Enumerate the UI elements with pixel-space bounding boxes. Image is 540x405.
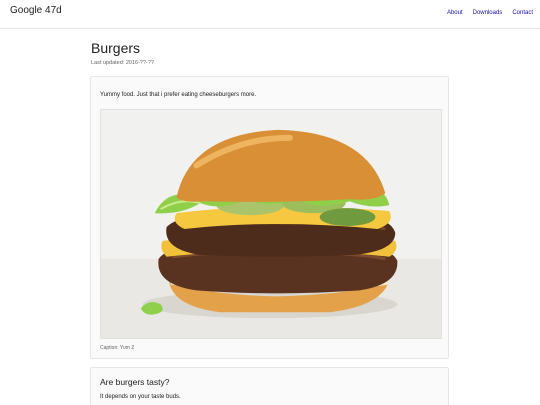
nav-contact-link[interactable]: Contact bbox=[512, 10, 533, 16]
faq-heading: Are burgers tasty? bbox=[100, 377, 170, 387]
faq-card: Are burgers tasty? It depends on your ta… bbox=[90, 367, 449, 405]
photo-caption: Caption: Yum 2 bbox=[100, 345, 135, 351]
burger-card: Yummy food. Just that i prefer eating ch… bbox=[90, 76, 449, 359]
card-intro-text: Yummy food. Just that i prefer eating ch… bbox=[100, 92, 257, 98]
last-updated: Last updated: 2016-??-?? bbox=[91, 60, 154, 66]
top-bar: Google 47d About Downloads Contact bbox=[0, 0, 540, 29]
site-brand[interactable]: Google 47d bbox=[10, 5, 62, 16]
top-nav: About Downloads Contact bbox=[447, 10, 533, 16]
nav-downloads-link[interactable]: Downloads bbox=[473, 10, 503, 16]
nav-about-link[interactable]: About bbox=[447, 10, 463, 16]
faq-answer: It depends on your taste buds. bbox=[100, 394, 181, 400]
burger-photo bbox=[100, 109, 442, 339]
burger-illustration bbox=[101, 110, 441, 338]
page-title: Burgers bbox=[91, 40, 141, 56]
